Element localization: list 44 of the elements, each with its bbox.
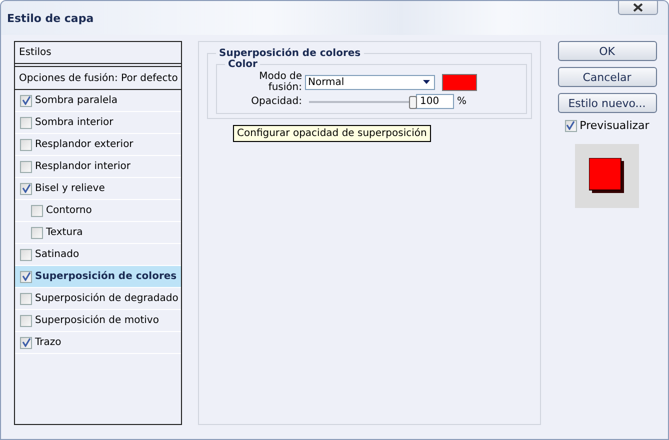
blend-options-item[interactable]: Opciones de fusión: Por defecto [15, 66, 181, 90]
group-title: Color [228, 59, 258, 70]
checkbox[interactable] [20, 94, 32, 106]
style-item[interactable]: Superposición de degradado [15, 288, 181, 310]
checkbox[interactable] [20, 182, 32, 194]
close-icon [632, 2, 644, 12]
style-item[interactable]: Textura [15, 222, 181, 244]
checkbox[interactable] [20, 160, 32, 172]
style-item[interactable]: Bisel y relieve [15, 178, 181, 200]
style-item[interactable]: Superposición de motivo [15, 310, 181, 332]
checkbox[interactable] [20, 270, 32, 282]
checkbox[interactable] [20, 292, 32, 304]
checkbox[interactable] [31, 226, 43, 238]
dialog-button[interactable]: OK [558, 41, 656, 61]
style-item[interactable]: Sombra paralela [15, 90, 181, 112]
blend-mode-dropdown[interactable]: Normal [305, 74, 435, 90]
checkbox[interactable] [20, 336, 32, 348]
section-title: Superposición de colores [218, 48, 362, 59]
checkbox-label: Previsualizar [580, 119, 650, 132]
close-button[interactable] [618, 1, 658, 15]
unit-label: % [457, 96, 467, 107]
checkbox[interactable] [20, 314, 32, 326]
checkbox[interactable] [20, 138, 32, 150]
style-item[interactable]: Sombra interior [15, 112, 181, 134]
checkbox[interactable] [20, 116, 32, 128]
square-icon [589, 158, 625, 194]
dialog-button[interactable]: Estilo nuevo... [558, 93, 656, 113]
panel-header: Estilos [19, 47, 52, 58]
opacity-field[interactable]: 100 [416, 94, 454, 109]
color-swatch[interactable] [442, 74, 477, 90]
tooltip: Configurar opacidad de superposición [233, 125, 431, 142]
window-title: Estilo de capa [7, 12, 94, 24]
caret-icon [423, 80, 430, 84]
checkbox[interactable] [564, 120, 577, 132]
style-item[interactable]: Trazo [15, 332, 181, 354]
style-item[interactable]: Contorno [15, 200, 181, 222]
field-label: Opacidad: [250, 96, 302, 107]
style-item[interactable]: Superposición de colores [15, 266, 181, 288]
field-label: Modo de fusión: [258, 71, 302, 93]
checkbox[interactable] [31, 204, 43, 216]
style-item[interactable]: Resplandor interior [15, 156, 181, 178]
dialog-button[interactable]: Cancelar [558, 67, 656, 87]
checkbox[interactable] [20, 248, 32, 260]
style-item[interactable]: Resplandor exterior [15, 134, 181, 156]
